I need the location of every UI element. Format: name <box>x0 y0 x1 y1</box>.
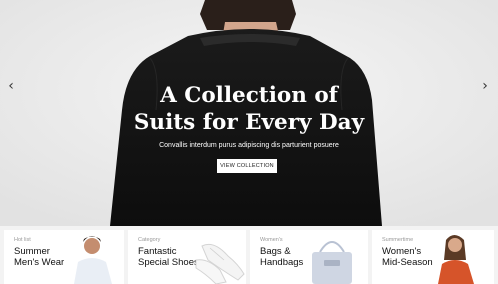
category-card-bags[interactable]: Women's Bags & Handbags <box>250 230 368 284</box>
category-card-women[interactable]: Summertime Women's Mid-Season <box>372 230 494 284</box>
card-kicker: Hot list <box>14 237 31 243</box>
category-card-mens[interactable]: Hot list Summer Men's Wear <box>4 230 124 284</box>
category-card-shoes[interactable]: Category Fantastic Special Shoes <box>128 230 246 284</box>
carousel-prev-button[interactable]: ‹ <box>3 78 19 94</box>
view-collection-button[interactable]: VIEW COLLECTION <box>217 159 277 173</box>
card-image-bag <box>312 241 352 284</box>
hero-title: A Collection of Suits for Every Day <box>120 82 378 136</box>
hero-title-line-2: Suits for Every Day <box>133 110 365 135</box>
hero-subtitle: Convallis interdum purus adipiscing dis … <box>159 142 339 149</box>
carousel-next-button[interactable]: › <box>477 78 493 94</box>
card-image-woman <box>438 235 474 284</box>
card-image-man <box>74 236 112 284</box>
card-kicker: Women's <box>260 237 283 243</box>
chevron-left-icon: ‹ <box>8 78 14 94</box>
card-kicker: Summertime <box>382 237 414 243</box>
card-kicker: Category <box>138 237 161 243</box>
chevron-right-icon: › <box>482 78 488 94</box>
hero-title-line-1: A Collection of <box>160 83 338 108</box>
hero-banner: ‹ › A Collection of Suits for Every Day … <box>0 0 498 226</box>
category-cards: Hot list Summer Men's Wear Category Fant… <box>0 226 498 284</box>
card-image-shoes <box>195 243 245 284</box>
